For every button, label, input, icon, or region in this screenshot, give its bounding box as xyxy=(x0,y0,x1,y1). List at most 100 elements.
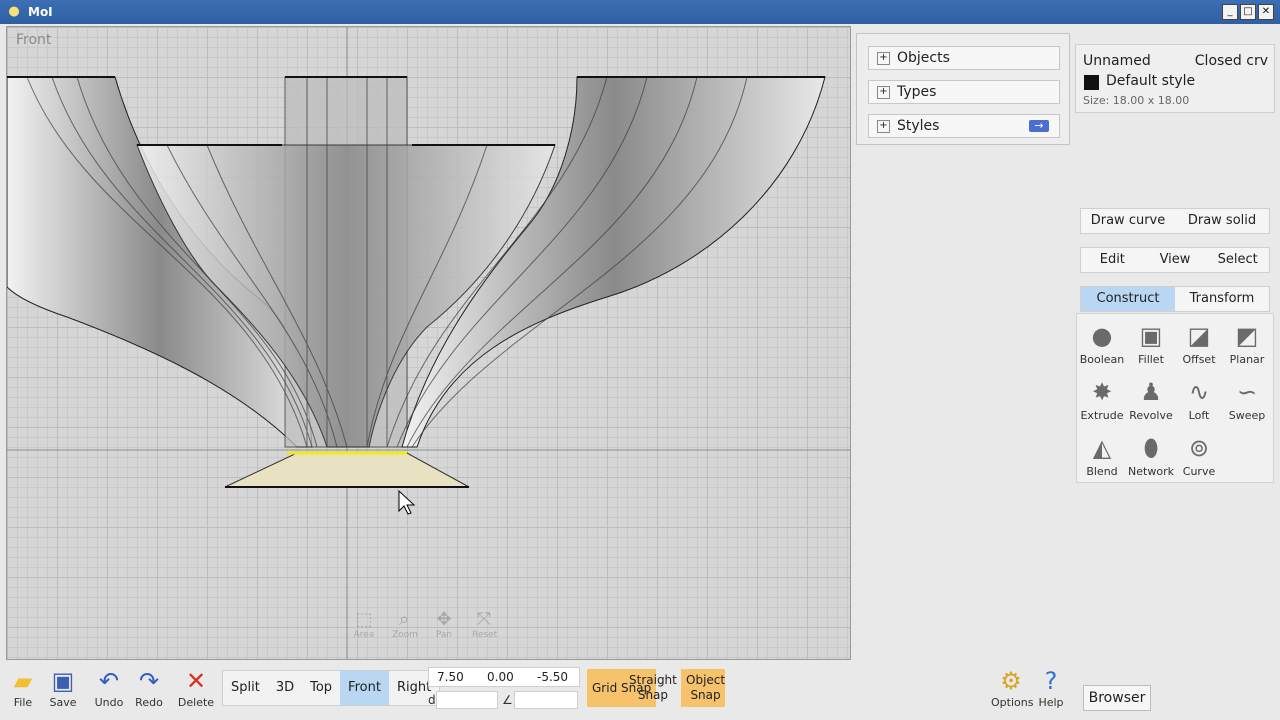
scene-item-objects[interactable]: + Objects xyxy=(868,46,1060,70)
model-geometry xyxy=(7,27,850,659)
boolean-icon: ● xyxy=(1091,322,1113,350)
coord-y: 0.00 xyxy=(487,670,514,684)
zoom-button[interactable]: ⌕ Zoom xyxy=(392,609,418,641)
planar-tool[interactable]: ◩ Planar xyxy=(1223,316,1271,368)
tab-transform[interactable]: Transform xyxy=(1175,287,1269,311)
distance-input[interactable] xyxy=(436,691,498,709)
front-viewport[interactable]: Front ⬚ Area ⌕ Zoom ✥ Pan ⤧ Reset xyxy=(6,26,851,660)
window-controls: _ □ ✕ xyxy=(1222,4,1274,20)
loft-tool[interactable]: ∿ Loft xyxy=(1175,372,1223,424)
viewport-label: Front xyxy=(16,32,52,48)
sweep-icon: ∽ xyxy=(1236,378,1258,406)
distance-label: d xyxy=(428,693,436,707)
palette-row-edit: Edit View Select xyxy=(1080,247,1270,273)
boolean-tool[interactable]: ● Boolean xyxy=(1078,316,1126,368)
scene-browser: + Objects + Types + Styles → xyxy=(856,33,1070,145)
revolve-icon: ♟ xyxy=(1140,378,1162,406)
offset-tool[interactable]: ◪ Offset xyxy=(1175,316,1223,368)
style-selector[interactable]: Default style xyxy=(1106,73,1195,89)
tab-select[interactable]: Select xyxy=(1206,248,1269,272)
tab-draw-curve[interactable]: Draw curve xyxy=(1081,209,1175,233)
object-size: Size: 18.00 x 18.00 xyxy=(1083,94,1190,107)
file-button[interactable]: ▰ File xyxy=(3,666,43,709)
fillet-icon: ▣ xyxy=(1139,322,1163,350)
undo-icon: ↶ xyxy=(98,667,120,695)
help-icon: ? xyxy=(1044,667,1058,695)
bottom-toolbar: ▰ File ▣ Save ↶ Undo ↷ Redo ✕ Delete Split 3D… xyxy=(0,660,1280,720)
zoom-icon: ⌕ xyxy=(398,609,410,630)
construct-tools: ● Boolean ▣ Fillet ◪ Offset ◩ Planar ✸ Extrud… xyxy=(1076,313,1274,483)
expand-icon[interactable]: + xyxy=(877,51,890,65)
network-icon: ⬮ xyxy=(1143,434,1159,462)
area-zoom-button[interactable]: ⬚ Area xyxy=(352,609,376,641)
scene-item-styles[interactable]: + Styles → xyxy=(868,114,1060,138)
sweep-tool[interactable]: ∽ Sweep xyxy=(1223,372,1271,424)
pan-button[interactable]: ✥ Pan xyxy=(432,609,456,641)
window-title: MoI xyxy=(28,5,53,19)
scene-item-types[interactable]: + Types xyxy=(868,80,1060,104)
title-bar: ● MoI _ □ ✕ xyxy=(0,0,1280,24)
redo-icon: ↷ xyxy=(138,667,160,695)
offset-icon: ◪ xyxy=(1187,322,1211,350)
coordinate-readout: 7.50 0.00 -5.50 d ∠ xyxy=(428,667,580,711)
styles-arrow-icon[interactable]: → xyxy=(1029,120,1049,132)
curve-icon: ⊚ xyxy=(1188,434,1210,462)
delete-x-icon: ✕ xyxy=(185,667,207,695)
object-name-field[interactable]: Unnamed xyxy=(1083,53,1151,69)
area-icon: ⬚ xyxy=(355,609,373,630)
coord-z: -5.50 xyxy=(537,670,569,684)
mouse-cursor-icon xyxy=(398,489,416,515)
viewport-nav-controls: ⬚ Area ⌕ Zoom ✥ Pan ⤧ Reset xyxy=(352,609,498,641)
object-type: Closed crv xyxy=(1194,53,1268,69)
style-color-swatch[interactable] xyxy=(1084,75,1099,90)
angle-label: ∠ xyxy=(502,693,513,707)
extrude-icon: ✸ xyxy=(1091,378,1113,406)
view-top-button[interactable]: Top xyxy=(302,671,340,705)
tab-construct[interactable]: Construct xyxy=(1081,287,1175,311)
curve-tool[interactable]: ⊚ Curve xyxy=(1175,428,1223,480)
gear-icon: ⚙ xyxy=(1000,667,1022,695)
tab-view[interactable]: View xyxy=(1144,248,1207,272)
properties-panel: Unnamed Closed crv Default style Size: 1… xyxy=(1075,44,1275,113)
view-front-button[interactable]: Front xyxy=(340,671,389,705)
straight-snap-toggle[interactable]: Straight Snap xyxy=(624,669,680,707)
maximize-button[interactable]: □ xyxy=(1240,4,1256,20)
reset-icon: ⤧ xyxy=(476,609,492,630)
palette-row-draw: Draw curve Draw solid xyxy=(1080,208,1270,234)
blend-icon: ◭ xyxy=(1092,434,1112,462)
view-split-button[interactable]: Split xyxy=(223,671,268,705)
fillet-tool[interactable]: ▣ Fillet xyxy=(1127,316,1175,368)
folder-icon: ▰ xyxy=(13,667,33,695)
floppy-disk-icon: ▣ xyxy=(51,667,75,695)
options-button[interactable]: ⚙ Options xyxy=(991,666,1033,709)
network-tool[interactable]: ⬮ Network xyxy=(1127,428,1175,480)
base-plate xyxy=(224,452,470,488)
revolve-tool[interactable]: ♟ Revolve xyxy=(1127,372,1175,424)
view-3d-button[interactable]: 3D xyxy=(268,671,302,705)
expand-icon[interactable]: + xyxy=(877,85,890,99)
close-button[interactable]: ✕ xyxy=(1258,4,1274,20)
palette-row-construct: Construct Transform xyxy=(1080,286,1270,312)
xyz-readout[interactable]: 7.50 0.00 -5.50 xyxy=(428,667,580,687)
blend-tool[interactable]: ◭ Blend xyxy=(1078,428,1126,480)
pan-icon: ✥ xyxy=(436,609,452,630)
reset-button[interactable]: ⤧ Reset xyxy=(472,609,497,641)
planar-icon: ◩ xyxy=(1235,322,1259,350)
undo-button[interactable]: ↶ Undo xyxy=(89,666,129,709)
minimize-button[interactable]: _ xyxy=(1222,4,1238,20)
save-button[interactable]: ▣ Save xyxy=(43,666,83,709)
redo-button[interactable]: ↷ Redo xyxy=(129,666,169,709)
help-button[interactable]: ? Help xyxy=(1031,666,1071,709)
loft-icon: ∿ xyxy=(1188,378,1210,406)
lightbulb-icon: ● xyxy=(8,4,20,19)
view-switcher: Split 3D Top Front Right xyxy=(222,670,441,706)
angle-input[interactable] xyxy=(514,691,578,709)
browser-button[interactable]: Browser xyxy=(1083,685,1151,711)
tab-edit[interactable]: Edit xyxy=(1081,248,1144,272)
extrude-tool[interactable]: ✸ Extrude xyxy=(1078,372,1126,424)
coord-x: 7.50 xyxy=(437,670,464,684)
delete-button[interactable]: ✕ Delete xyxy=(176,666,216,709)
tab-draw-solid[interactable]: Draw solid xyxy=(1175,209,1269,233)
object-snap-toggle[interactable]: Object Snap xyxy=(681,669,725,707)
expand-icon[interactable]: + xyxy=(877,119,890,133)
